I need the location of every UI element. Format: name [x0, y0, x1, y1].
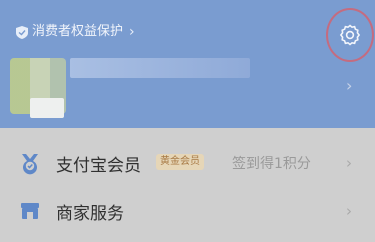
shield-icon — [16, 25, 28, 39]
store-icon — [21, 203, 39, 219]
settings-button[interactable] — [326, 8, 374, 62]
profile-chevron-icon[interactable]: › — [346, 76, 352, 95]
profile-header: 消费者权益保护 › › — [0, 0, 375, 128]
checkin-hint: 签到得1积分 — [232, 156, 311, 172]
consumer-protection-label: 消费者权益保护 — [32, 24, 124, 39]
consumer-protection-link[interactable]: 消费者权益保护 › — [16, 22, 135, 42]
menu-item-label: 商家服务 — [56, 203, 124, 224]
chevron-right-icon: › — [346, 202, 352, 220]
menu-item-label: 支付宝会员 — [56, 155, 141, 176]
member-icon — [22, 154, 38, 175]
menu-item-member[interactable]: 支付宝会员 黄金会员 签到得1积分 › — [0, 140, 375, 186]
menu-item-merchant[interactable]: 商家服务 › — [0, 188, 375, 234]
user-name-blurred — [70, 58, 250, 78]
member-level-badge: 黄金会员 — [156, 154, 204, 170]
chevron-right-icon: › — [129, 24, 135, 40]
gear-icon — [339, 24, 361, 46]
chevron-right-icon: › — [346, 154, 352, 172]
avatar[interactable] — [10, 58, 66, 118]
